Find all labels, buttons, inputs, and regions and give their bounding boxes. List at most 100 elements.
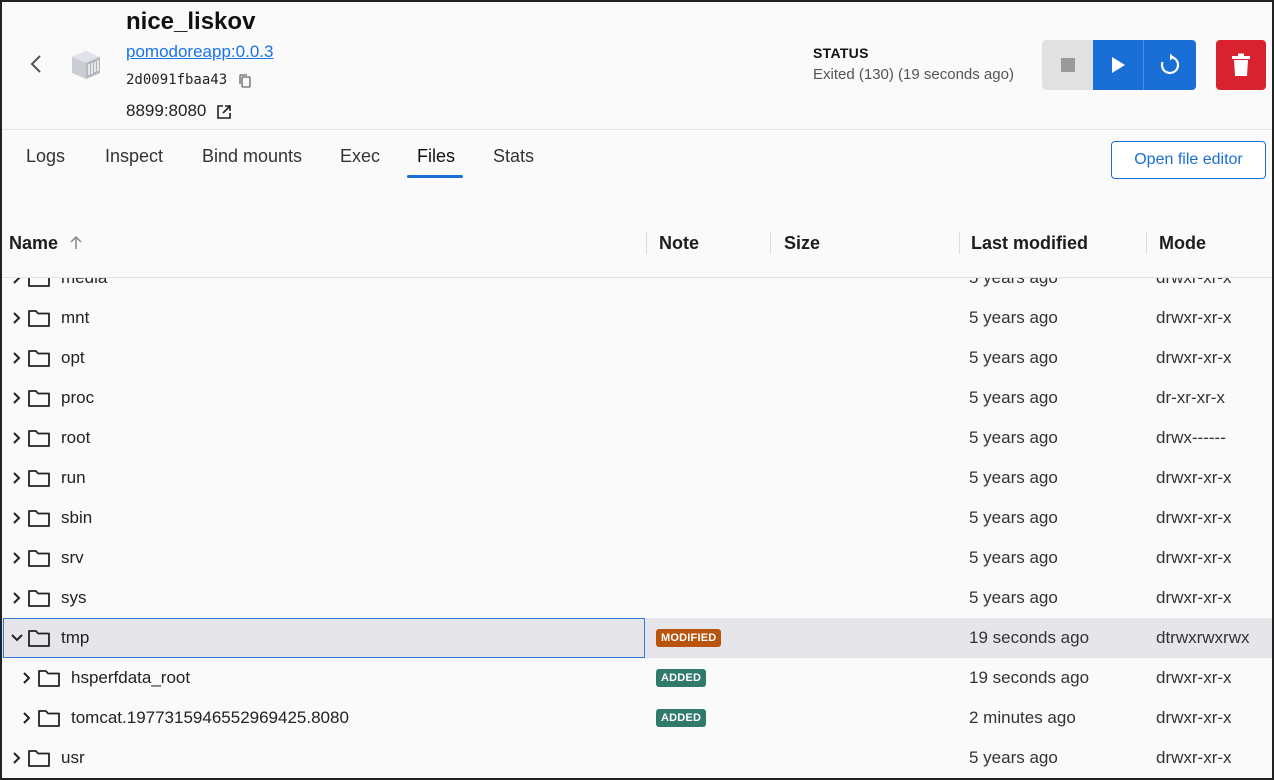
file-name: proc bbox=[61, 388, 95, 407]
mode-cell: dtrwxrwxrwx bbox=[1156, 628, 1250, 647]
column-name[interactable]: Name bbox=[9, 233, 58, 254]
status-value: Exited (130) (19 seconds ago) bbox=[813, 66, 1014, 83]
folder-icon bbox=[28, 510, 50, 527]
file-name: hsperfdata_root bbox=[71, 668, 191, 687]
tab-stats[interactable]: Stats bbox=[493, 146, 534, 167]
last-modified-cell: 19 seconds ago bbox=[969, 628, 1090, 647]
files-table-body: media5 years agodrwxr-xr-xmnt5 years ago… bbox=[2, 258, 1272, 778]
folder-icon bbox=[28, 310, 50, 327]
port-mapping-link[interactable]: 8899:8080 bbox=[126, 101, 206, 121]
chevron-right-icon[interactable] bbox=[10, 590, 24, 606]
column-divider[interactable] bbox=[959, 232, 960, 254]
chevron-left-icon bbox=[30, 55, 41, 73]
tab-bind-mounts[interactable]: Bind mounts bbox=[202, 146, 302, 167]
last-modified-cell: 5 years ago bbox=[969, 468, 1058, 487]
table-row[interactable]: tmp MODIFIED 19 seconds ago dtrwxrwxrwx bbox=[2, 618, 1272, 658]
column-mode[interactable]: Mode bbox=[1159, 233, 1206, 254]
last-modified-cell: 5 years ago bbox=[969, 388, 1058, 407]
chevron-right-icon[interactable] bbox=[10, 350, 24, 366]
delete-button[interactable] bbox=[1216, 40, 1266, 90]
arrow-up-icon[interactable] bbox=[68, 235, 84, 251]
tab-files[interactable]: Files bbox=[417, 146, 455, 167]
table-row[interactable]: mnt 5 years ago drwxr-xr-x bbox=[2, 298, 1272, 338]
last-modified-cell: 5 years ago bbox=[969, 428, 1058, 447]
chevron-right-icon[interactable] bbox=[20, 710, 34, 726]
tab-logs[interactable]: Logs bbox=[26, 146, 65, 167]
file-name: srv bbox=[61, 548, 84, 567]
container-id: 2d0091fbaa43 bbox=[126, 72, 228, 88]
column-last-modified[interactable]: Last modified bbox=[971, 233, 1088, 254]
file-name: opt bbox=[61, 348, 85, 367]
mode-cell: drwxr-xr-x bbox=[1156, 588, 1232, 607]
column-note[interactable]: Note bbox=[659, 233, 699, 254]
file-name: usr bbox=[61, 748, 85, 767]
folder-icon bbox=[28, 350, 50, 367]
mode-cell: drwxr-xr-x bbox=[1156, 548, 1232, 567]
active-tab-indicator bbox=[407, 175, 463, 178]
last-modified-cell: 5 years ago bbox=[969, 308, 1058, 327]
table-row[interactable]: sbin 5 years ago drwxr-xr-x bbox=[2, 498, 1272, 538]
folder-icon bbox=[28, 470, 50, 487]
folder-icon bbox=[28, 430, 50, 447]
tab-bar: Logs Inspect Bind mounts Exec Files Stat… bbox=[2, 130, 1272, 190]
container-icon bbox=[72, 51, 100, 79]
open-file-editor-button[interactable]: Open file editor bbox=[1111, 141, 1266, 179]
folder-icon bbox=[38, 670, 60, 687]
chevron-right-icon[interactable] bbox=[10, 750, 24, 766]
file-name: sys bbox=[61, 588, 87, 607]
table-row[interactable]: tomcat.1977315946552969425.8080 ADDED 2 mi… bbox=[2, 698, 1272, 738]
table-row[interactable]: usr 5 years ago drwxr-xr-x bbox=[2, 738, 1272, 778]
change-badge: MODIFIED bbox=[656, 629, 722, 647]
chevron-right-icon[interactable] bbox=[20, 670, 34, 686]
table-row[interactable]: root 5 years ago drwx------ bbox=[2, 418, 1272, 458]
table-row[interactable]: proc 5 years ago dr-xr-xr-x bbox=[2, 378, 1272, 418]
status-label: STATUS bbox=[813, 45, 869, 61]
chevron-right-icon[interactable] bbox=[10, 550, 24, 566]
copy-icon[interactable] bbox=[237, 73, 253, 89]
mode-cell: drwxr-xr-x bbox=[1156, 748, 1232, 767]
play-icon bbox=[1112, 57, 1125, 73]
restart-icon bbox=[1160, 53, 1180, 75]
start-button[interactable] bbox=[1093, 40, 1144, 90]
container-actions bbox=[1042, 40, 1196, 90]
stop-button[interactable] bbox=[1042, 40, 1093, 90]
image-link[interactable]: pomodoreapp:0.0.3 bbox=[126, 42, 273, 62]
column-divider[interactable] bbox=[770, 232, 771, 254]
folder-icon bbox=[28, 550, 50, 567]
tab-inspect[interactable]: Inspect bbox=[105, 146, 163, 167]
table-row[interactable]: run 5 years ago drwxr-xr-x bbox=[2, 458, 1272, 498]
folder-icon bbox=[38, 710, 60, 727]
back-button[interactable] bbox=[24, 50, 48, 78]
table-row[interactable]: sys 5 years ago drwxr-xr-x bbox=[2, 578, 1272, 618]
table-row[interactable]: opt 5 years ago drwxr-xr-x bbox=[2, 338, 1272, 378]
file-name: sbin bbox=[61, 508, 93, 527]
last-modified-cell: 5 years ago bbox=[969, 748, 1058, 767]
file-name: tmp bbox=[61, 628, 90, 647]
chevron-down-icon[interactable] bbox=[10, 630, 24, 646]
last-modified-cell: 2 minutes ago bbox=[969, 708, 1076, 727]
chevron-right-icon[interactable] bbox=[10, 310, 24, 326]
tab-exec[interactable]: Exec bbox=[340, 146, 380, 167]
chevron-right-icon[interactable] bbox=[10, 470, 24, 486]
mode-cell: drwxr-xr-x bbox=[1156, 308, 1232, 327]
mode-cell: drwxr-xr-x bbox=[1156, 348, 1232, 367]
chevron-right-icon[interactable] bbox=[10, 430, 24, 446]
external-link-icon[interactable] bbox=[216, 104, 232, 120]
container-header: nice_liskov pomodoreapp:0.0.3 2d0091fbaa… bbox=[2, 2, 1272, 130]
table-row[interactable]: srv 5 years ago drwxr-xr-x bbox=[2, 538, 1272, 578]
mode-cell: drwxr-xr-x bbox=[1156, 468, 1232, 487]
mode-cell: drwx------ bbox=[1156, 428, 1226, 447]
chevron-right-icon[interactable] bbox=[10, 510, 24, 526]
container-detail-window: nice_liskov pomodoreapp:0.0.3 2d0091fbaa… bbox=[0, 0, 1274, 780]
stop-icon bbox=[1060, 58, 1075, 72]
column-divider[interactable] bbox=[1146, 232, 1147, 254]
mode-cell: drwxr-xr-x bbox=[1156, 668, 1232, 687]
column-size[interactable]: Size bbox=[784, 233, 820, 254]
selection-outline bbox=[3, 618, 645, 658]
file-name: tomcat.1977315946552969425.8080 bbox=[71, 708, 349, 727]
column-divider[interactable] bbox=[646, 232, 647, 254]
table-row[interactable]: hsperfdata_root ADDED 19 seconds ago drwxr-… bbox=[2, 658, 1272, 698]
restart-button[interactable] bbox=[1144, 40, 1196, 90]
chevron-right-icon[interactable] bbox=[10, 390, 24, 406]
last-modified-cell: 5 years ago bbox=[969, 588, 1058, 607]
